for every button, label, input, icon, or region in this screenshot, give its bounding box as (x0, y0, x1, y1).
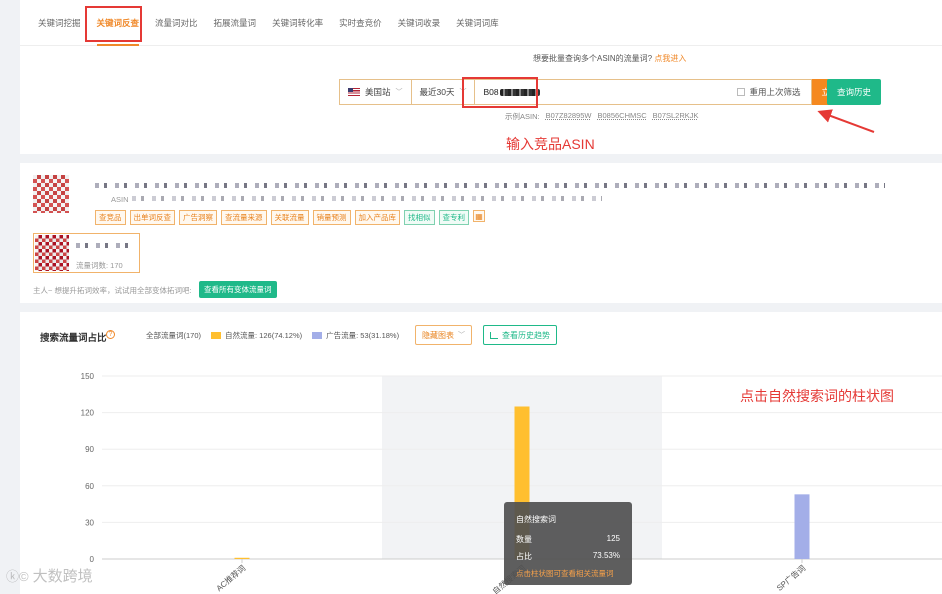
batch-tip: 想要批量查询多个ASIN的流量词? 点我进入 (533, 53, 686, 64)
tag-sales-forecast[interactable]: 销量预测 (312, 210, 351, 225)
tag-ad-insight[interactable]: 广告洞察 (179, 210, 217, 225)
product-tags: 查竞品 出单词反查 广告洞察 查流量来源 关联流量 销量预测 加入产品库 找相似… (95, 210, 485, 225)
grid-icon[interactable]: ▦ (473, 210, 485, 222)
product-image[interactable] (33, 175, 69, 213)
variant-keyword-count: 流量词数: 170 (76, 261, 123, 270)
tooltip-ratio-value: 73.53% (592, 551, 620, 560)
period-select-value: 最近30天 (419, 87, 455, 97)
redacted-title (95, 183, 885, 188)
watermark-text: 大数跨境 (32, 568, 93, 585)
tooltip-count-value: 125 (606, 534, 620, 543)
tab-conversion[interactable]: 关键词转化率 (264, 0, 331, 46)
bar-chart: 0 30 60 90 120 150 AC推荐词 自然搜索词 SP广告词 (81, 372, 942, 594)
variant-image (35, 235, 69, 271)
bar[interactable] (234, 557, 250, 559)
y-tick-label: 120 (81, 409, 95, 418)
tag-order-keywords[interactable]: 出单词反查 (129, 210, 175, 225)
variant-card[interactable]: 流量词数: 170 (33, 233, 140, 273)
highlight-box-tab (85, 6, 142, 42)
tooltip-count-row: 数量 125 (516, 534, 620, 545)
y-tick-label: 90 (85, 445, 94, 454)
y-tick-label: 0 (90, 555, 95, 564)
reuse-filter-checkbox[interactable] (737, 88, 746, 96)
example-asin[interactable]: B07SL2RKJK (653, 111, 699, 122)
reuse-filter[interactable]: 重用上次筛选 (707, 79, 812, 105)
tooltip-title: 自然搜索词 (516, 515, 556, 524)
tab-keyword-library[interactable]: 关键词词库 (448, 0, 507, 46)
site-select-value: 美国站 (365, 87, 391, 97)
bar[interactable] (794, 494, 810, 559)
watermark-logo: ⓚ© (6, 569, 29, 584)
asin-label: ASIN (111, 195, 129, 204)
tag-add-library[interactable]: 加入产品库 (354, 210, 400, 225)
tooltip-count-label: 数量 (516, 535, 532, 544)
tooltip-hint[interactable]: 点击柱状图可查看相关流量词 (516, 568, 620, 579)
reuse-filter-label: 重用上次筛选 (749, 87, 801, 97)
batch-tip-text: 想要批量查询多个ASIN的流量词? (533, 54, 653, 63)
tag-competitor[interactable]: 查竞品 (95, 210, 126, 225)
tooltip-ratio-label: 占比 (516, 552, 532, 561)
y-tick-label: 150 (81, 372, 95, 381)
tooltip-ratio-row: 占比 73.53% (516, 551, 620, 562)
redacted-variant (76, 243, 131, 248)
owner-tip: 主人~ 想提升拓词效率，试试用全部变体拓词吧: (33, 286, 192, 295)
y-tick-label: 30 (85, 518, 94, 527)
chevron-down-icon: ﹀ (395, 89, 403, 96)
watermark: ⓚ© 大数跨境 (6, 565, 93, 586)
tab-keyword-index[interactable]: 关键词收录 (390, 0, 449, 46)
annotation-bar-note: 点击自然搜索词的柱状图 (740, 388, 894, 404)
example-label: 示例ASIN: (505, 112, 540, 121)
x-tick-label: AC推荐词 (214, 563, 247, 593)
highlight-box-asin (462, 77, 538, 108)
product-panel: ASIN 查竞品 出单词反查 广告洞察 查流量来源 关联流量 销量预测 加入产品… (20, 163, 942, 303)
site-select[interactable]: 美国站 ﹀ (339, 79, 411, 105)
annotation-input-note: 输入竞品ASIN (506, 136, 595, 152)
view-variants-button[interactable]: 查看所有变体流量词 (199, 281, 277, 298)
tag-traffic-source[interactable]: 查流量来源 (221, 210, 267, 225)
tab-bar: 关键词挖掘 关键词反查 流量词对比 拓展流量词 关键词转化率 实时查竞价 关键词… (20, 0, 942, 46)
tab-traffic-compare[interactable]: 流量词对比 (147, 0, 206, 46)
tab-realtime-bid[interactable]: 实时查竞价 (331, 0, 390, 46)
search-row: 美国站 ﹀ 最近30天 ﹀ B08 重用上次筛选 立即查询 (339, 79, 866, 105)
us-flag-icon (348, 88, 360, 96)
history-button[interactable]: 查询历史 (827, 79, 882, 105)
y-tick-label: 60 (85, 482, 94, 491)
example-asin[interactable]: B0856CHMSC (597, 111, 646, 122)
tag-related-traffic[interactable]: 关联流量 (270, 210, 309, 225)
x-tick-label: SP广告词 (774, 563, 807, 593)
chart-tooltip: 自然搜索词 数量 125 占比 73.53% 点击柱状图可查看相关流量词 (504, 502, 632, 585)
batch-link[interactable]: 点我进入 (654, 54, 686, 63)
example-asins: 示例ASIN: B07Z82895W B0856CHMSC B07SL2RKJK (505, 111, 699, 122)
tag-find-similar[interactable]: 找相似 (404, 210, 435, 225)
example-asin[interactable]: B07Z82895W (546, 111, 592, 122)
tab-keyword-mining[interactable]: 关键词挖掘 (30, 0, 89, 46)
tab-expand-traffic[interactable]: 拓展流量词 (206, 0, 265, 46)
tag-patent[interactable]: 查专利 (438, 210, 469, 225)
redacted-meta (132, 196, 602, 201)
